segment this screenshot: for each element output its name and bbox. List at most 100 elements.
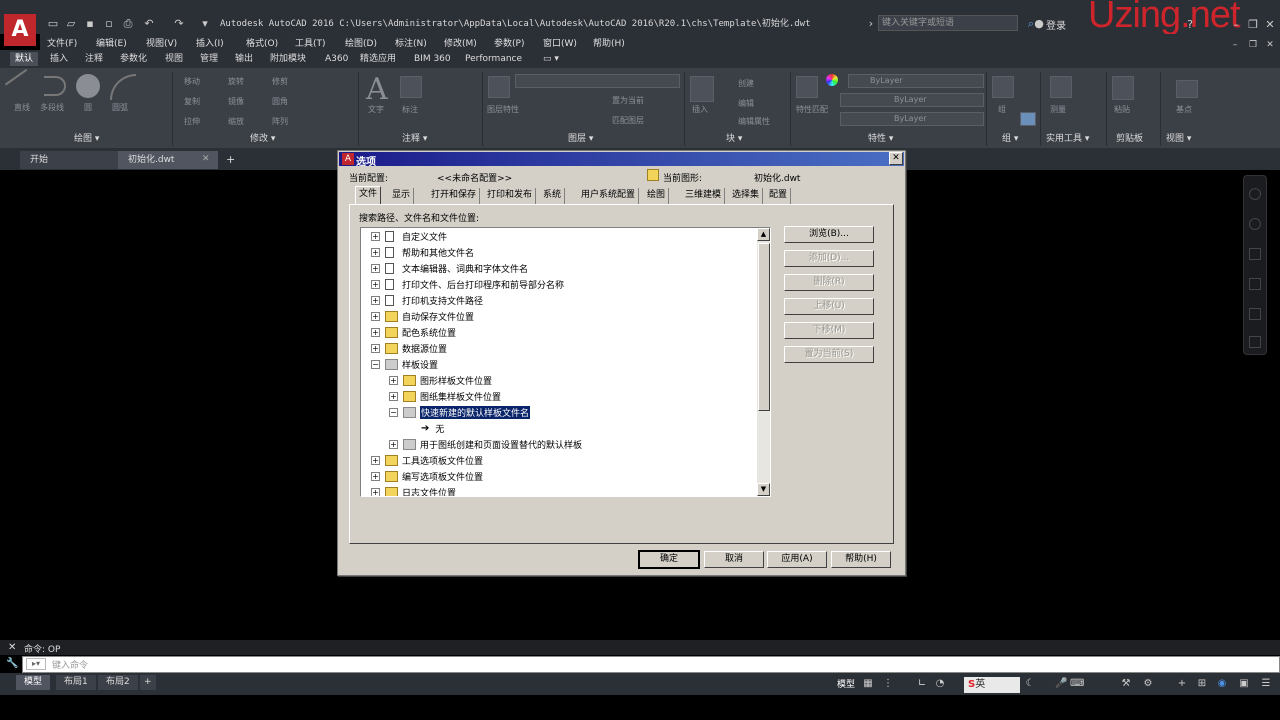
panel-utilities-label[interactable]: 实用工具 ▾	[1046, 131, 1089, 144]
scroll-thumb[interactable]	[758, 243, 770, 411]
menu-modify[interactable]: 修改(M)	[444, 36, 477, 49]
restore-icon[interactable]: ❐	[1246, 18, 1260, 32]
panel-view-label[interactable]: 视图 ▾	[1166, 131, 1191, 144]
match-properties-icon[interactable]	[796, 76, 818, 98]
ime-moon-icon[interactable]: ☾	[1024, 678, 1036, 690]
scale-tool[interactable]: 缩放	[228, 116, 244, 127]
files-tree[interactable]: + 自定义文件 + 帮助和其他文件名 + 文本编辑器、词典和字体文件名 + 打印文件、后台打印…	[360, 227, 771, 497]
tree-node-label[interactable]: 文本编辑器、词典和字体文件名	[402, 262, 528, 275]
layer-properties-icon[interactable]	[488, 76, 510, 98]
set-current-button[interactable]: 置为当前(S)	[784, 346, 874, 363]
move-down-button[interactable]: 下移(M)	[784, 322, 874, 339]
tree-node-label[interactable]: 打印机支持文件路径	[402, 294, 483, 307]
polyline-tool-label[interactable]: 多段线	[40, 102, 64, 113]
snap-icon[interactable]: ⋮	[882, 678, 894, 690]
tree-node-label[interactable]: 快速新建的默认样板文件名	[420, 405, 531, 419]
ribbon-tab-a360[interactable]: A360	[320, 52, 353, 66]
move-tool[interactable]: 移动	[184, 76, 200, 87]
collapse-icon[interactable]: −	[389, 407, 398, 417]
expand-icon[interactable]: +	[371, 343, 380, 353]
group-select-icon[interactable]	[1020, 112, 1036, 126]
expand-icon[interactable]: +	[371, 311, 380, 321]
ribbon-tab-bim360[interactable]: BIM 360	[409, 52, 456, 66]
expand-icon[interactable]: +	[371, 231, 380, 241]
search-input[interactable]: 键入关键字或短语	[878, 15, 1018, 31]
tree-node[interactable]: + 配色系统位置	[361, 324, 770, 340]
customize-status-icon[interactable]: ☰	[1260, 678, 1272, 690]
help-button[interactable]: 帮助(H)	[831, 551, 891, 568]
array-tool[interactable]: 阵列	[272, 116, 288, 127]
tab-plot-publish[interactable]: 打印和发布	[484, 188, 537, 204]
menu-edit[interactable]: 编辑(E)	[96, 36, 127, 49]
layer-dropdown[interactable]	[515, 74, 680, 88]
tree-node-label[interactable]: 配色系统位置	[402, 326, 456, 339]
ribbon-tab-insert[interactable]: 插入	[45, 52, 73, 66]
expand-icon[interactable]: +	[371, 487, 380, 496]
ribbon-tab-view[interactable]: 视图	[160, 52, 188, 66]
ribbon-tab-parametric[interactable]: 参数化	[115, 52, 152, 66]
tree-node[interactable]: + 打印文件、后台打印程序和前导部分名称	[361, 276, 770, 292]
expand-icon[interactable]: +	[371, 263, 380, 273]
expand-icon[interactable]: +	[389, 375, 398, 385]
tree-node[interactable]: + 文本编辑器、词典和字体文件名	[361, 260, 770, 276]
color-wheel-icon[interactable]	[826, 74, 838, 86]
collapse-icon[interactable]: −	[371, 359, 380, 369]
stretch-tool[interactable]: 拉伸	[184, 116, 200, 127]
navbar-customize-icon[interactable]	[1249, 336, 1261, 348]
tab-files[interactable]: 文件	[355, 186, 382, 205]
ribbon-tab-manage[interactable]: 管理	[195, 52, 223, 66]
scroll-down-icon[interactable]: ▼	[757, 483, 770, 496]
showmotion-icon[interactable]	[1249, 308, 1261, 320]
measure-icon[interactable]	[1050, 76, 1072, 98]
isolate-objects-icon[interactable]: ◉	[1216, 678, 1228, 690]
circle-tool-label[interactable]: 圆	[84, 102, 92, 113]
tree-node[interactable]: − 快速新建的默认样板文件名	[361, 404, 770, 420]
close-tab-icon[interactable]: ✕	[202, 154, 210, 164]
ribbon-tab-annotate[interactable]: 注释	[80, 52, 108, 66]
fillet-tool[interactable]: 圆角	[272, 96, 288, 107]
tree-node-label[interactable]: 样板设置	[402, 358, 438, 371]
expand-icon[interactable]: +	[389, 391, 398, 401]
redo-icon[interactable]: ↷	[172, 17, 186, 31]
menu-parametric[interactable]: 参数(P)	[494, 36, 524, 49]
rotate-tool[interactable]: 旋转	[228, 76, 244, 87]
units-icon[interactable]: ⊞	[1196, 678, 1208, 690]
tree-node[interactable]: + 自定义文件	[361, 228, 770, 244]
ime-mic-icon[interactable]: 🎤	[1055, 678, 1067, 690]
tree-node[interactable]: + 用于图纸创建和页面设置替代的默认样板	[361, 436, 770, 452]
application-menu-button[interactable]: A	[4, 14, 36, 46]
navigation-bar[interactable]	[1243, 175, 1267, 355]
match-properties-label[interactable]: 特性匹配	[796, 104, 828, 115]
ribbon-tab-home[interactable]: 默认	[10, 52, 39, 66]
plot-icon[interactable]: ⎙	[121, 17, 135, 31]
ribbon-tab-addins[interactable]: 附加模块	[265, 52, 311, 66]
insert-block-label[interactable]: 插入	[692, 104, 708, 115]
tree-node[interactable]: + 图形样板文件位置	[361, 372, 770, 388]
cancel-button[interactable]: 取消	[704, 551, 764, 568]
tree-node-label[interactable]: 帮助和其他文件名	[402, 246, 474, 259]
steeringwheel-icon[interactable]	[1249, 188, 1261, 200]
grid-icon[interactable]: ▦	[862, 678, 874, 690]
minimize-icon[interactable]: –	[1229, 18, 1243, 32]
tree-node-label[interactable]: 无	[435, 422, 444, 435]
draw-more-tools[interactable]	[140, 76, 166, 124]
base-point-icon[interactable]	[1176, 80, 1198, 98]
menu-tools[interactable]: 工具(T)	[295, 36, 326, 49]
tree-node-label[interactable]: 打印文件、后台打印程序和前导部分名称	[402, 278, 564, 291]
menu-dimension[interactable]: 标注(N)	[395, 36, 427, 49]
panel-draw-label[interactable]: 绘图 ▾	[74, 131, 99, 144]
tab-user-preferences[interactable]: 用户系统配置	[578, 188, 640, 204]
expand-icon[interactable]: +	[371, 279, 380, 289]
menu-window[interactable]: 窗口(W)	[543, 36, 577, 49]
paste-icon[interactable]	[1112, 76, 1134, 100]
search-expand-icon[interactable]: ›	[864, 17, 878, 31]
layout-tab-layout1[interactable]: 布局1	[56, 675, 96, 690]
ribbon-tab-output[interactable]: 输出	[230, 52, 258, 66]
polyline-icon[interactable]	[44, 76, 66, 96]
measure-tool-label[interactable]: 测量	[1050, 104, 1066, 115]
tab-profiles[interactable]: 配置	[766, 188, 792, 204]
undo-icon[interactable]: ↶	[142, 17, 156, 31]
recent-commands-icon[interactable]: ▸▾	[26, 658, 46, 670]
new-tab-icon[interactable]: +	[226, 153, 235, 166]
trim-tool[interactable]: 修剪	[272, 76, 288, 87]
